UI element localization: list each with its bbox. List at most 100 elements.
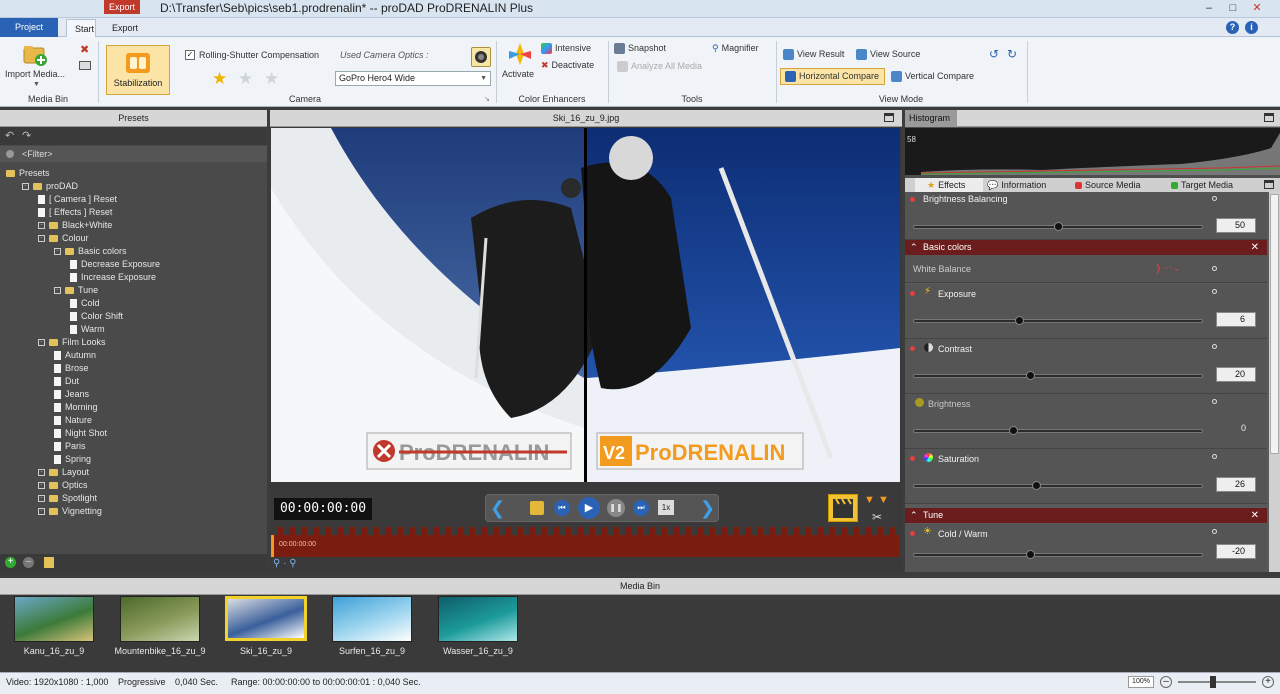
star-rating-2-icon[interactable]: ★ [238, 69, 253, 89]
effects-maximize-icon[interactable] [1264, 180, 1274, 189]
reset-dot-icon[interactable] [1212, 266, 1217, 271]
pause-icon[interactable]: ❚❚ [607, 499, 625, 517]
magnifier-button[interactable]: ⚲ Magnifier [712, 43, 759, 54]
zoom-slider[interactable] [1178, 681, 1256, 683]
expand-toggle-icon[interactable]: - [22, 183, 29, 191]
media-properties-icon[interactable] [79, 61, 91, 70]
reset-dot-icon[interactable] [1212, 344, 1217, 349]
skip-forward-icon[interactable]: ⏭ [633, 500, 649, 516]
eyedropper-icon[interactable]: ❭⋯⌄ [1154, 263, 1181, 274]
enable-dot-icon[interactable] [910, 291, 915, 296]
help-icon[interactable]: ? [1226, 21, 1239, 34]
tab-project[interactable]: Project [0, 18, 58, 37]
slider-knob[interactable] [1009, 426, 1019, 435]
close-section-icon[interactable]: ✕ [1251, 240, 1259, 255]
expand-toggle-icon[interactable]: - [38, 339, 45, 347]
preset-tree-item[interactable]: [ Effects ] Reset [6, 206, 264, 219]
redo-icon[interactable]: ↻ [1007, 47, 1017, 61]
preset-tree-item[interactable]: - Black+White [6, 219, 264, 232]
tab-target-media[interactable]: Target Media [1171, 178, 1233, 192]
preset-tree-item[interactable]: - Colour [6, 232, 264, 245]
expand-toggle-icon[interactable]: - [38, 495, 45, 503]
preset-tree-item[interactable]: Color Shift [6, 310, 264, 323]
slider-knob[interactable] [1014, 316, 1024, 325]
preset-tree-item[interactable]: Night Shot [6, 427, 264, 440]
undo-icon[interactable]: ↺ [989, 47, 999, 61]
expand-toggle-icon[interactable]: - [38, 469, 45, 477]
horizontal-compare-button[interactable]: Horizontal Compare [780, 68, 885, 85]
enable-dot-icon[interactable] [910, 456, 915, 461]
preset-tree-item[interactable]: Autumn [6, 349, 264, 362]
expand-toggle-icon[interactable]: - [54, 287, 61, 295]
preset-tree-item[interactable]: - proDAD [6, 180, 264, 193]
saturation-value[interactable]: 26 [1216, 477, 1256, 492]
activate-button[interactable]: Activate [502, 69, 534, 79]
remove-media-icon[interactable]: ✖ [80, 43, 89, 56]
previous-media-icon[interactable]: ❮ [490, 498, 505, 519]
media-thumbnail[interactable] [14, 596, 94, 642]
reset-dot-icon[interactable] [1212, 196, 1217, 201]
reset-dot-icon[interactable] [1212, 289, 1217, 294]
preset-redo-icon[interactable]: ↷ [22, 129, 31, 142]
preset-tree-item[interactable]: Warm [6, 323, 264, 336]
media-thumbnail[interactable] [225, 596, 307, 641]
viewer-maximize-icon[interactable] [884, 113, 894, 122]
cold-warm-slider[interactable] [913, 550, 1203, 559]
preview-image[interactable]: ProDRENALIN V2 ProDRENALIN [271, 128, 900, 482]
info-icon[interactable]: i [1245, 21, 1258, 34]
import-dropdown-icon[interactable]: ▼ [33, 81, 40, 88]
brightness-slider[interactable] [913, 426, 1203, 435]
close-section-icon[interactable]: ✕ [1251, 508, 1259, 523]
preset-tree-item[interactable]: - Vignetting [6, 505, 264, 518]
reset-dot-icon[interactable] [1212, 399, 1217, 404]
slider-knob[interactable] [1054, 222, 1063, 231]
import-media-button[interactable]: Import Media... [5, 69, 65, 79]
close-window-icon[interactable]: ✕ [1250, 2, 1264, 14]
skip-back-icon[interactable]: ⏮ [554, 500, 570, 516]
minimize-icon[interactable]: – [1202, 2, 1216, 14]
save-preset-icon[interactable] [44, 557, 54, 568]
saturation-slider[interactable] [913, 481, 1203, 490]
preset-tree-item[interactable]: Decrease Exposure [6, 258, 264, 271]
media-thumbnail[interactable] [438, 596, 518, 642]
contrast-value[interactable]: 20 [1216, 367, 1256, 382]
marker-icon[interactable]: ▼ ▼ [864, 494, 889, 506]
preset-tree-item[interactable]: - Basic colors [6, 245, 264, 258]
rolling-shutter-checkbox[interactable]: ✓ [185, 50, 195, 60]
scrollbar-thumb[interactable] [1270, 194, 1279, 454]
timeline[interactable]: 00:00:00:00 [271, 527, 899, 557]
preset-tree-item[interactable]: Dut [6, 375, 264, 388]
next-media-icon[interactable]: ❯ [700, 498, 715, 519]
tab-start[interactable]: Start [66, 19, 96, 37]
tab-export[interactable]: Export [104, 19, 146, 37]
camera-optics-select[interactable]: GoPro Hero4 Wide ▼ [335, 71, 491, 86]
zoom-in-status-icon[interactable]: + [1262, 676, 1274, 688]
preset-tree-item[interactable]: - Layout [6, 466, 264, 479]
intensive-button[interactable]: Intensive [541, 43, 591, 55]
maximize-icon[interactable]: □ [1226, 2, 1240, 14]
preset-tree-item[interactable]: - Film Looks [6, 336, 264, 349]
media-thumbnail[interactable] [332, 596, 412, 642]
enable-dot-icon[interactable] [910, 346, 915, 351]
vertical-compare-button[interactable]: Vertical Compare [891, 71, 974, 83]
slider-knob[interactable] [1026, 371, 1035, 380]
histogram-maximize-icon[interactable] [1264, 113, 1274, 122]
reset-dot-icon[interactable] [1212, 454, 1217, 459]
preset-tree-item[interactable]: - Spotlight [6, 492, 264, 505]
media-thumbnail[interactable] [120, 596, 200, 642]
tune-section[interactable]: ⌃ Tune ✕ [905, 508, 1267, 523]
remove-preset-icon[interactable]: – [23, 557, 34, 568]
analyze-all-media-button[interactable]: Analyze All Media [617, 61, 702, 73]
cold-warm-value[interactable]: -20 [1216, 544, 1256, 559]
star-rating-3-icon[interactable]: ★ [264, 69, 279, 89]
zoom-level[interactable]: 100% [1128, 676, 1154, 688]
preset-tree-item[interactable]: Paris [6, 440, 264, 453]
expand-toggle-icon[interactable]: - [38, 235, 45, 243]
timeline-playhead[interactable] [271, 535, 274, 557]
preset-tree-item[interactable]: - Tune [6, 284, 264, 297]
slider-knob[interactable] [1031, 481, 1041, 490]
tab-source-media[interactable]: Source Media [1075, 178, 1141, 192]
zoom-slider-knob[interactable] [1210, 676, 1216, 688]
preset-tree-item[interactable]: - Optics [6, 479, 264, 492]
tab-effects[interactable]: ★ Effects [915, 178, 983, 192]
